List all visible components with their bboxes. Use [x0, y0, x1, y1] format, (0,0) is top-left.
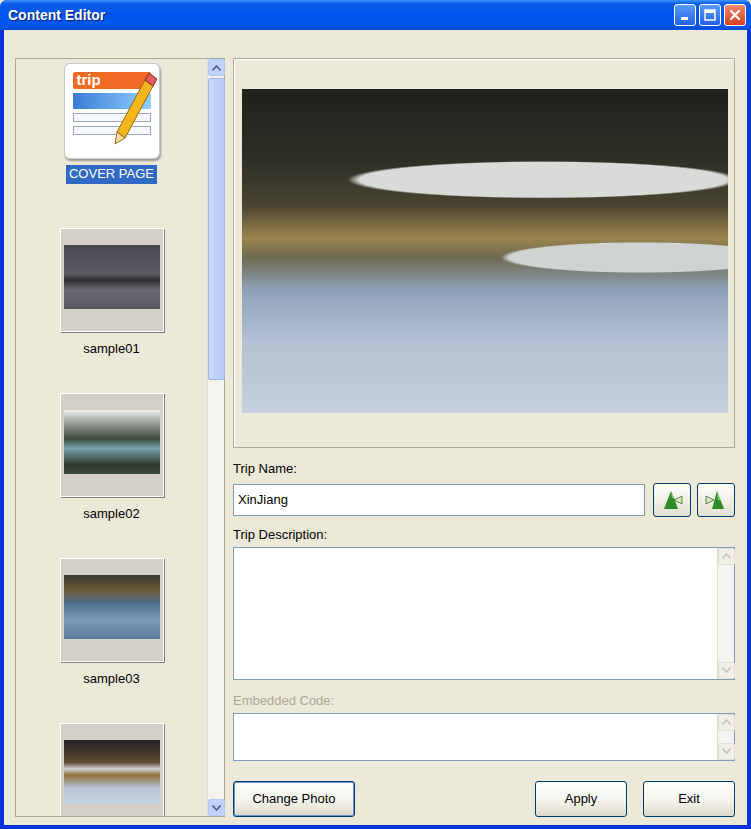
up-arrow-icon [722, 719, 731, 725]
trip-name-row [233, 483, 735, 517]
cover-icon-title: trip [73, 72, 151, 89]
page-item[interactable]: sample01 [60, 228, 164, 393]
exit-button[interactable]: Exit [643, 781, 735, 817]
page-item[interactable]: trip COVER PAGE [64, 63, 160, 228]
editor-panel: Trip Name: Trip Description: Embe [233, 58, 735, 817]
scroll-down-button [718, 743, 735, 760]
scroll-track [718, 731, 734, 743]
trip-description-field [233, 547, 735, 680]
embedded-code-scrollbar [717, 714, 734, 760]
content-editor-window: Content Editor trip COVER PAGE sample01 sam… [0, 0, 751, 829]
scroll-track [718, 565, 734, 662]
embedded-code-input[interactable] [234, 714, 717, 760]
title-bar: Content Editor [0, 0, 751, 30]
page-list-scrollbar[interactable] [207, 59, 224, 816]
trip-name-input[interactable] [233, 484, 645, 516]
next-button[interactable] [697, 483, 735, 517]
embedded-code-field [233, 713, 735, 761]
cover-page-icon: trip [64, 63, 160, 159]
maximize-icon [703, 8, 717, 22]
preview-photo [242, 89, 728, 413]
thumbnail-photo [64, 410, 160, 474]
page-item[interactable]: sample02 [60, 393, 164, 558]
scroll-track[interactable] [208, 76, 224, 799]
cover-icon-line [73, 126, 151, 135]
down-arrow-icon [722, 667, 731, 673]
scroll-down-button [718, 662, 735, 679]
trip-description-input[interactable] [234, 548, 717, 679]
close-button[interactable] [724, 4, 746, 26]
scroll-up-button[interactable] [208, 59, 225, 76]
cover-icon-line [73, 113, 151, 122]
page-item[interactable]: sample03 [60, 558, 164, 723]
thumbnail-frame [60, 393, 164, 497]
page-list-panel: trip COVER PAGE sample01 sample02 sample03 [15, 58, 225, 817]
tree-left-icon [660, 488, 684, 512]
minimize-icon [679, 9, 691, 21]
apply-button[interactable]: Apply [535, 781, 627, 817]
page-label: sample03 [80, 670, 142, 689]
scroll-thumb[interactable] [208, 78, 225, 380]
minimize-button[interactable] [674, 4, 696, 26]
thumbnail-photo [64, 575, 160, 639]
thumbnail-photo [64, 740, 160, 804]
page-list: trip COVER PAGE sample01 sample02 sample03 [16, 59, 207, 816]
down-arrow-icon [212, 805, 221, 811]
close-icon [728, 8, 742, 22]
scroll-down-button[interactable] [208, 799, 225, 816]
page-label: sample01 [80, 340, 142, 359]
tree-right-icon [704, 488, 728, 512]
page-item[interactable] [60, 723, 164, 816]
scroll-up-button [718, 714, 735, 731]
thumbnail-frame [60, 228, 164, 332]
maximize-button[interactable] [699, 4, 721, 26]
trip-name-label: Trip Name: [233, 461, 735, 478]
up-arrow-icon [722, 553, 731, 559]
page-label: sample02 [80, 505, 142, 524]
pencil-icon [109, 68, 157, 148]
trip-description-label: Trip Description: [233, 527, 735, 544]
thumbnail-photo [64, 245, 160, 309]
photo-preview [233, 58, 735, 448]
thumbnail-frame [60, 558, 164, 662]
change-photo-button[interactable]: Change Photo [233, 781, 355, 817]
previous-button[interactable] [653, 483, 691, 517]
thumbnail-frame [60, 723, 164, 816]
cover-icon-text: trip [77, 71, 101, 88]
scroll-up-button [718, 548, 735, 565]
up-arrow-icon [212, 65, 221, 71]
window-body: trip COVER PAGE sample01 sample02 sample03 T… [4, 30, 747, 825]
down-arrow-icon [722, 748, 731, 754]
embedded-code-label: Embedded Code: [233, 693, 735, 710]
window-title: Content Editor [8, 5, 671, 26]
button-row: Change Photo Apply Exit [233, 781, 735, 817]
page-label: COVER PAGE [66, 165, 157, 184]
description-scrollbar [717, 548, 734, 679]
